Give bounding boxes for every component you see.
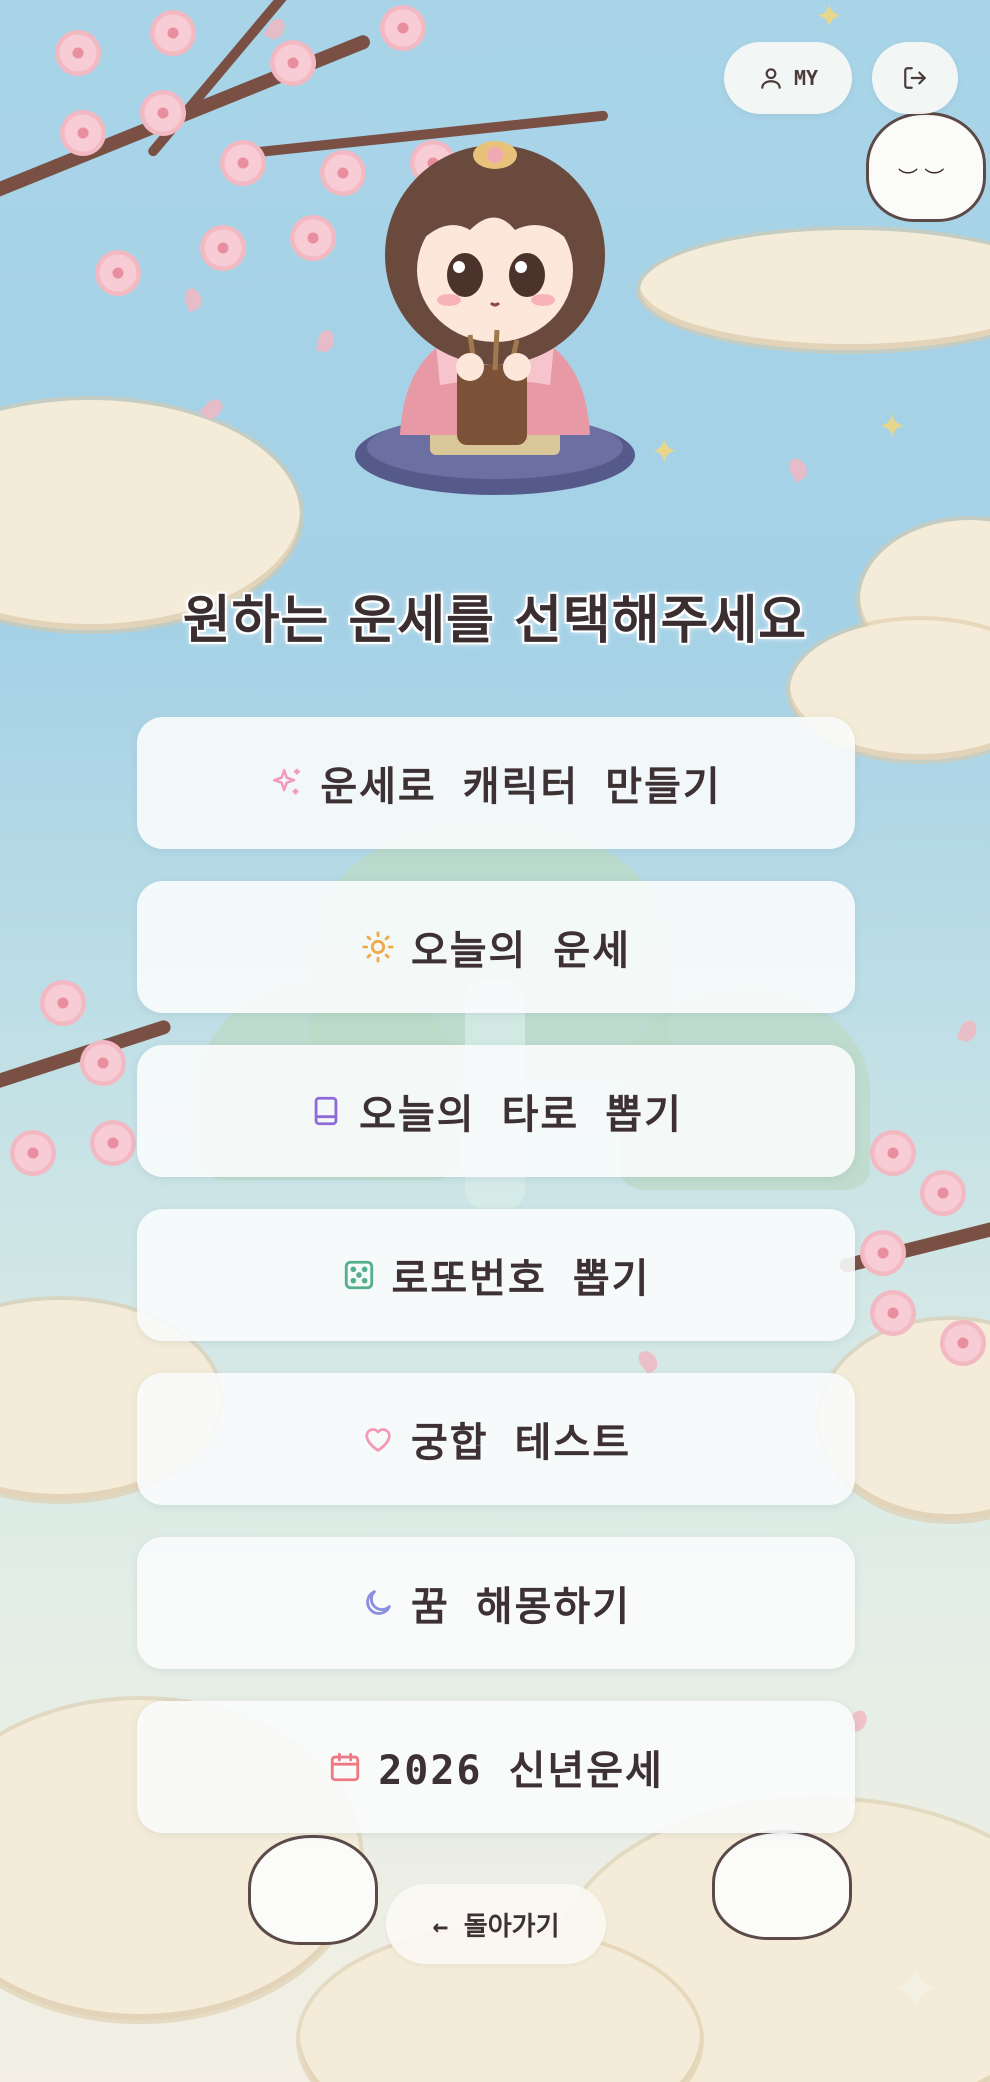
- logout-icon: [902, 65, 928, 91]
- menu-item-label: 2026 신년운세: [378, 1748, 664, 1794]
- fortune-teller-character-illustration: [355, 141, 635, 495]
- menu-item-character[interactable]: 운세로 캐릭터 만들기: [137, 717, 855, 849]
- my-page-label: MY: [793, 66, 819, 90]
- page-title: 원하는 운세를 선택해주세요: [182, 591, 808, 651]
- menu-item-label: 운세로 캐릭터 만들기: [320, 764, 722, 810]
- menu-item-label: 오늘의 운세: [410, 928, 632, 974]
- back-button[interactable]: ← 돌아가기: [386, 1884, 606, 1964]
- dice-icon: [342, 1258, 376, 1292]
- calendar-icon: [328, 1750, 362, 1784]
- menu-item-label: 궁합 테스트: [410, 1420, 632, 1466]
- moon-icon: [361, 1586, 395, 1620]
- menu-item-dream[interactable]: 꿈 해몽하기: [137, 1537, 855, 1669]
- heart-icon: [361, 1422, 395, 1456]
- fortune-menu: 운세로 캐릭터 만들기 오늘의 운세 오늘의 타로 뽑기 로또번호 뽑기 궁합 …: [137, 717, 855, 1865]
- my-page-button[interactable]: MY: [724, 42, 852, 114]
- menu-item-label: 꿈 해몽하기: [410, 1584, 632, 1630]
- menu-item-new-year[interactable]: 2026 신년운세: [137, 1701, 855, 1833]
- menu-item-label: 로또번호 뽑기: [391, 1256, 651, 1302]
- menu-item-compatibility[interactable]: 궁합 테스트: [137, 1373, 855, 1505]
- back-button-label: ← 돌아가기: [432, 1911, 560, 1942]
- book-icon: [309, 1094, 343, 1128]
- sun-icon: [361, 930, 395, 964]
- menu-item-tarot[interactable]: 오늘의 타로 뽑기: [137, 1045, 855, 1177]
- logout-button[interactable]: [872, 42, 958, 114]
- menu-item-lotto[interactable]: 로또번호 뽑기: [137, 1209, 855, 1341]
- menu-item-today-fortune[interactable]: 오늘의 운세: [137, 881, 855, 1013]
- sparkles-icon: [270, 766, 304, 800]
- menu-item-label: 오늘의 타로 뽑기: [359, 1092, 683, 1138]
- user-icon: [758, 65, 784, 91]
